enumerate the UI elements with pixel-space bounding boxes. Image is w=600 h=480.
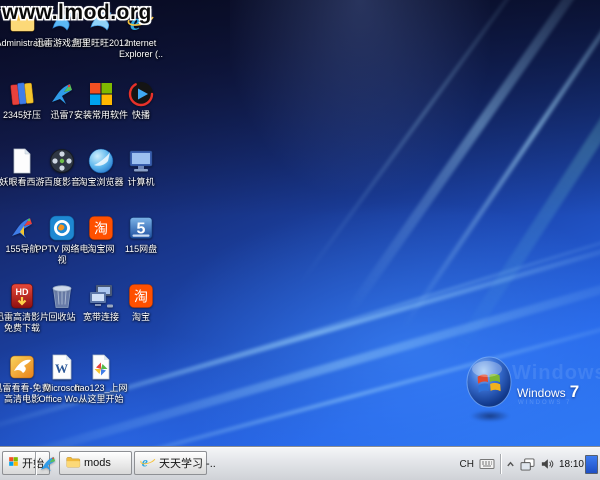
site-watermark: www.lmod.org (2, 1, 152, 25)
taskbar-button-tiantian-window[interactable]: e天天学习 -.. (134, 451, 207, 475)
tray-separator (500, 454, 501, 474)
windows-flag-icon (8, 456, 19, 470)
folder-icon (65, 454, 81, 473)
taskbar: 开始 modse天天学习 -.. CH 18:10 (0, 447, 600, 480)
tray-clock[interactable]: 18:10 (559, 459, 584, 470)
show-desktop-button[interactable] (585, 455, 598, 474)
system-tray: CH 18:10 (460, 448, 584, 480)
quick-launch-xunlei[interactable] (38, 451, 58, 476)
desktop-icon-115-wangpan[interactable]: 5 115网盘 (111, 214, 171, 255)
desktop-icon-label: hao123_上网 从这里开始 (74, 383, 127, 405)
taskbar-button-label: mods (84, 457, 111, 469)
taskbar-button-label: 天天学习 -.. (159, 455, 216, 471)
hao123-icon (87, 353, 115, 381)
desktop-icon-kuaibo[interactable]: 快播 (111, 80, 171, 121)
desktop-icon-taobao[interactable]: 淘淘宝 (111, 282, 171, 323)
show-hidden-icons-chevron[interactable] (506, 460, 515, 469)
desktop-icon-label: 淘宝 (132, 312, 150, 323)
desktop-icon-hao123[interactable]: hao123_上网 从这里开始 (71, 353, 131, 405)
svg-text:淘: 淘 (134, 289, 148, 305)
volume-tray-icon[interactable] (540, 458, 554, 470)
ie-icon: e (140, 454, 156, 473)
keyboard-icon[interactable] (479, 458, 495, 470)
svg-text:HD: HD (16, 287, 29, 297)
desktop-icon-label: Internet Explorer (.. (119, 38, 163, 60)
ime-language-indicator[interactable]: CH (460, 459, 474, 470)
qvod-icon (127, 80, 155, 108)
taskbar-button-mods-window[interactable]: mods (59, 451, 132, 475)
drive115-icon: 5 (127, 214, 155, 242)
network-tray-icon[interactable] (520, 458, 535, 471)
svg-text:淘: 淘 (94, 221, 108, 237)
desktop-icon-grid: Administrator迅雷游戏盒子阿里旺旺2012eInternet Exp… (0, 0, 600, 448)
desktop-icon-label: 快播 (132, 110, 150, 121)
monitor-icon (127, 147, 155, 175)
desktop-icon-label: 计算机 (127, 177, 154, 188)
desktop-screen: Windows 7 Windows7 WINDOWS 7 www.lmod.or… (0, 0, 600, 480)
desktop-icon-label: 115网盘 (125, 244, 157, 255)
svg-text:W: W (55, 361, 68, 376)
taobao-icon: 淘 (127, 282, 155, 310)
taskbar-separator (35, 452, 36, 475)
svg-text:e: e (142, 454, 148, 469)
desktop-icon-computer[interactable]: 计算机 (111, 147, 171, 188)
